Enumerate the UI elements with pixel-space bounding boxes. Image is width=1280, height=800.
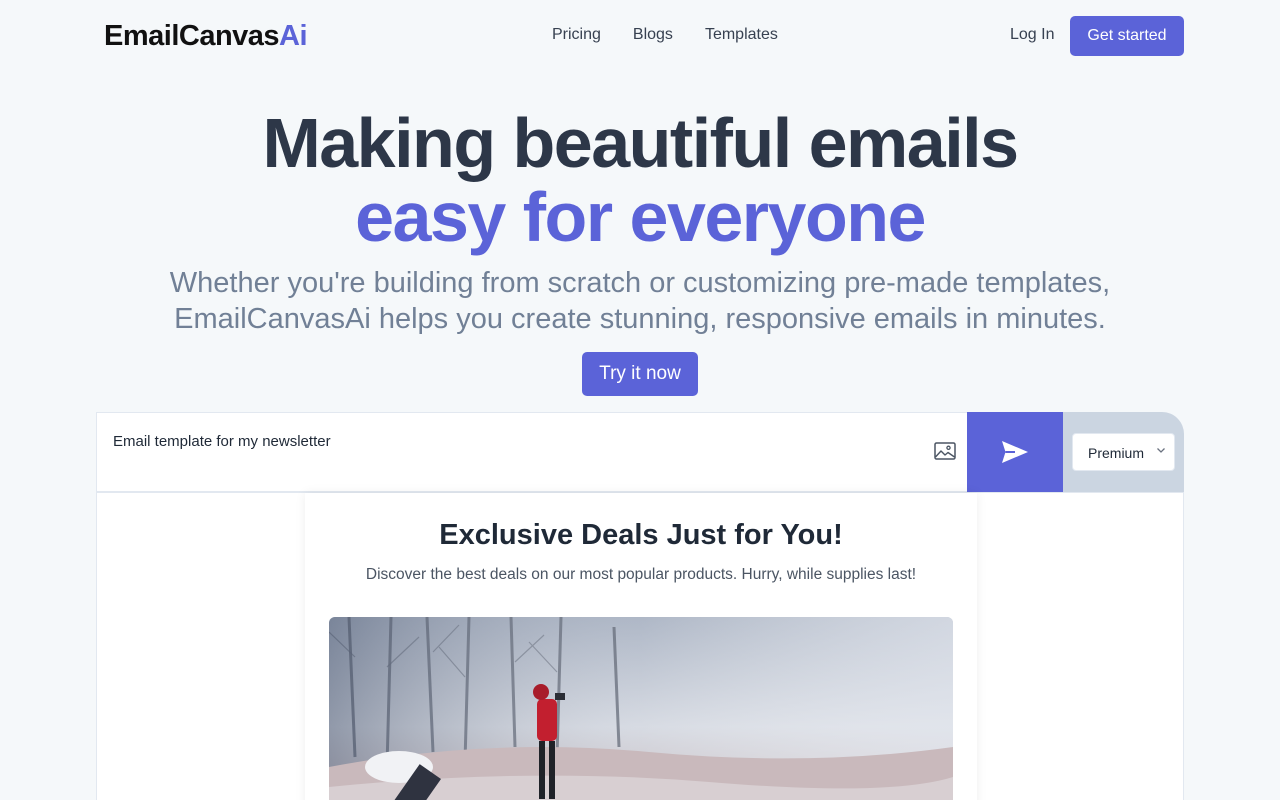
logo-accent: Ai xyxy=(279,20,308,52)
try-it-now-button[interactable]: Try it now xyxy=(582,352,698,396)
hero-title-accent: easy for everyone xyxy=(355,178,926,256)
nav-templates[interactable]: Templates xyxy=(705,26,778,44)
send-button[interactable] xyxy=(967,412,1063,492)
prompt-input[interactable] xyxy=(96,412,967,492)
site-header: EmailCanvasAi Pricing Blogs Templates Lo… xyxy=(0,0,1280,72)
image-icon[interactable] xyxy=(934,442,956,460)
logo[interactable]: EmailCanvasAi xyxy=(104,20,308,53)
send-icon xyxy=(1002,441,1028,463)
plan-select[interactable]: Premium xyxy=(1072,433,1175,471)
chevron-down-icon xyxy=(1157,448,1165,453)
email-hero-image xyxy=(329,617,953,800)
email-preview: Exclusive Deals Just for You! Discover t… xyxy=(96,492,1184,800)
hero-subtitle: Whether you're building from scratch or … xyxy=(0,265,1280,337)
login-link[interactable]: Log In xyxy=(1010,26,1054,44)
get-started-button[interactable]: Get started xyxy=(1070,16,1184,56)
email-title: Exclusive Deals Just for You! xyxy=(439,519,843,551)
email-subtitle: Discover the best deals on our most popu… xyxy=(365,566,917,583)
hero-subtitle-line-2: EmailCanvasAi helps you create stunning,… xyxy=(174,303,1106,335)
logo-main: EmailCanvas xyxy=(104,20,280,52)
hero-title: Making beautiful emails xyxy=(262,104,1019,182)
nav-pricing[interactable]: Pricing xyxy=(552,26,601,44)
main-nav: Pricing Blogs Templates xyxy=(552,26,778,44)
hero-subtitle-line-1: Whether you're building from scratch or … xyxy=(169,267,1111,299)
plan-select-value: Premium xyxy=(1088,445,1145,461)
nav-blogs[interactable]: Blogs xyxy=(633,26,673,44)
email-card: Exclusive Deals Just for You! Discover t… xyxy=(305,493,977,800)
prompt-bar: Premium xyxy=(96,412,1184,492)
